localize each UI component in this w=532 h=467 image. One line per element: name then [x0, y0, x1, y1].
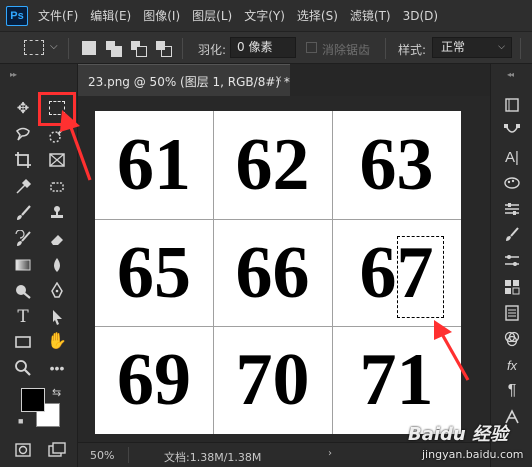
swatches-panel-icon[interactable]: [500, 276, 524, 298]
spot-healing-brush-icon[interactable]: [45, 175, 69, 199]
expand-panels-icon[interactable]: ◂◂: [507, 70, 514, 79]
eyedropper-tool-icon[interactable]: [11, 175, 35, 199]
quick-selection-tool-icon[interactable]: [45, 123, 69, 147]
color-panel-icon[interactable]: [500, 172, 524, 194]
swap-colors-icon[interactable]: ⇆: [52, 386, 61, 399]
grid-cell: 67: [359, 231, 434, 314]
history-panel-icon[interactable]: [500, 94, 524, 116]
foreground-color-swatch[interactable]: [21, 388, 45, 412]
tool-preset-marquee-icon[interactable]: [24, 40, 44, 55]
lasso-tool-icon[interactable]: [11, 123, 35, 147]
rectangle-tool-icon[interactable]: [11, 330, 35, 354]
menu-layer[interactable]: 图层(L): [192, 7, 232, 24]
style-label: 样式:: [398, 43, 427, 57]
tools-panel: ▸▸ ✥ T ✋ ••• ⇆ ■: [0, 64, 78, 467]
type-tool-icon[interactable]: T: [11, 305, 35, 329]
hand-tool-icon[interactable]: ✋: [45, 330, 69, 354]
chevron-down-icon: ⌵: [498, 42, 505, 52]
tool-preset-chevron-icon[interactable]: ⌵: [50, 41, 58, 52]
zoom-level[interactable]: 50%: [90, 449, 114, 462]
style-select-value: 正常: [441, 40, 466, 54]
more-tools-icon[interactable]: •••: [45, 356, 69, 380]
options-bar: ⌵ 羽化: 0 像素 消除锯齿 样式: 正常 ⌵: [0, 31, 532, 64]
grid-cell: 66: [235, 231, 310, 314]
tool-highlight-box: [38, 92, 76, 126]
dodge-tool-icon[interactable]: [11, 279, 35, 303]
brush-settings-icon[interactable]: [500, 224, 524, 246]
status-bar: 50% 文档:1.38M/1.38M ›: [78, 442, 490, 467]
menu-3d[interactable]: 3D(D): [403, 9, 438, 23]
quick-mask-icon[interactable]: [11, 438, 35, 462]
default-colors-icon[interactable]: ■: [18, 416, 23, 426]
zoom-tool-icon[interactable]: [11, 356, 35, 380]
eraser-tool-icon[interactable]: [45, 227, 69, 251]
photoshop-window: Ps 文件(F) 编辑(E) 图像(I) 图层(L) 文字(Y) 选择(S) 滤…: [0, 0, 532, 467]
history-brush-icon[interactable]: [11, 227, 35, 251]
options-divider: [385, 38, 386, 59]
adjustments-panel-icon[interactable]: [500, 250, 524, 272]
document-size-info: 文档:1.38M/1.38M: [164, 451, 262, 464]
gradient-tool-icon[interactable]: [11, 253, 35, 277]
style-select[interactable]: 正常 ⌵: [432, 37, 512, 58]
close-tab-icon[interactable]: ×: [275, 72, 282, 86]
canvas-area[interactable]: 61 62 63 65 66 67 69 70 71: [78, 96, 490, 442]
panel-dock: ◂◂ A| fx ¶: [490, 64, 532, 467]
properties-panel-icon[interactable]: [500, 198, 524, 220]
path-selection-tool-icon[interactable]: [45, 305, 69, 329]
grid-cell: 63: [359, 124, 434, 206]
effects-panel-icon[interactable]: fx: [500, 354, 524, 376]
anti-alias-label: 消除锯齿: [322, 43, 371, 57]
menu-bar: Ps 文件(F) 编辑(E) 图像(I) 图层(L) 文字(Y) 选择(S) 滤…: [0, 0, 532, 31]
status-divider: [128, 447, 129, 463]
options-divider: [520, 38, 521, 59]
menu-file[interactable]: 文件(F): [38, 7, 78, 24]
channels-panel-icon[interactable]: [500, 328, 524, 350]
move-tool-icon[interactable]: ✥: [11, 96, 35, 120]
menu-filter[interactable]: 滤镜(T): [350, 7, 391, 24]
grid-cell: 65: [117, 231, 191, 314]
brush-tool-icon[interactable]: [11, 201, 35, 225]
menu-image[interactable]: 图像(I): [143, 7, 180, 24]
menu-select[interactable]: 选择(S): [297, 7, 338, 24]
menu-edit[interactable]: 编辑(E): [90, 7, 131, 24]
layers-panel-icon[interactable]: [500, 302, 524, 324]
feather-label: 羽化:: [198, 43, 227, 57]
grid-cell: 71: [359, 339, 434, 421]
grid-cell: 70: [235, 339, 310, 421]
grid-cell: 61: [117, 124, 191, 206]
character-panel-icon[interactable]: A|: [500, 146, 524, 168]
menu-type[interactable]: 文字(Y): [244, 7, 285, 24]
new-selection-button[interactable]: [82, 41, 96, 55]
grid-cell: 62: [235, 124, 310, 206]
paths-panel-icon[interactable]: [500, 120, 524, 142]
frame-tool-icon[interactable]: [45, 148, 69, 172]
options-divider: [68, 38, 69, 59]
feather-input[interactable]: 0 像素: [230, 37, 296, 58]
add-to-selection-button[interactable]: [106, 41, 122, 57]
options-divider: [182, 38, 183, 59]
photoshop-logo: Ps: [6, 5, 28, 26]
pen-tool-icon[interactable]: [45, 279, 69, 303]
document-canvas[interactable]: 61 62 63 65 66 67 69 70 71: [95, 111, 461, 434]
blur-tool-icon[interactable]: [45, 253, 69, 277]
tab-strip: [290, 64, 490, 96]
crop-tool-icon[interactable]: [11, 148, 35, 172]
paragraph-panel-icon[interactable]: ¶: [500, 380, 524, 402]
grid-cell: 69: [117, 339, 191, 421]
intersect-selection-button[interactable]: [156, 41, 172, 57]
document-tab-title: 23.png @ 50% (图层 1, RGB/8#) *: [88, 75, 290, 89]
collapse-panel-icon[interactable]: ▸▸: [10, 70, 17, 79]
screen-mode-icon[interactable]: [45, 438, 69, 462]
status-menu-arrow-icon[interactable]: ›: [328, 448, 332, 459]
glyphs-panel-icon[interactable]: [500, 406, 524, 428]
subtract-from-selection-button[interactable]: [131, 41, 147, 57]
anti-alias-checkbox[interactable]: [306, 42, 317, 53]
clone-stamp-tool-icon[interactable]: [45, 201, 69, 225]
document-tab[interactable]: 23.png @ 50% (图层 1, RGB/8#) * ×: [78, 64, 290, 96]
